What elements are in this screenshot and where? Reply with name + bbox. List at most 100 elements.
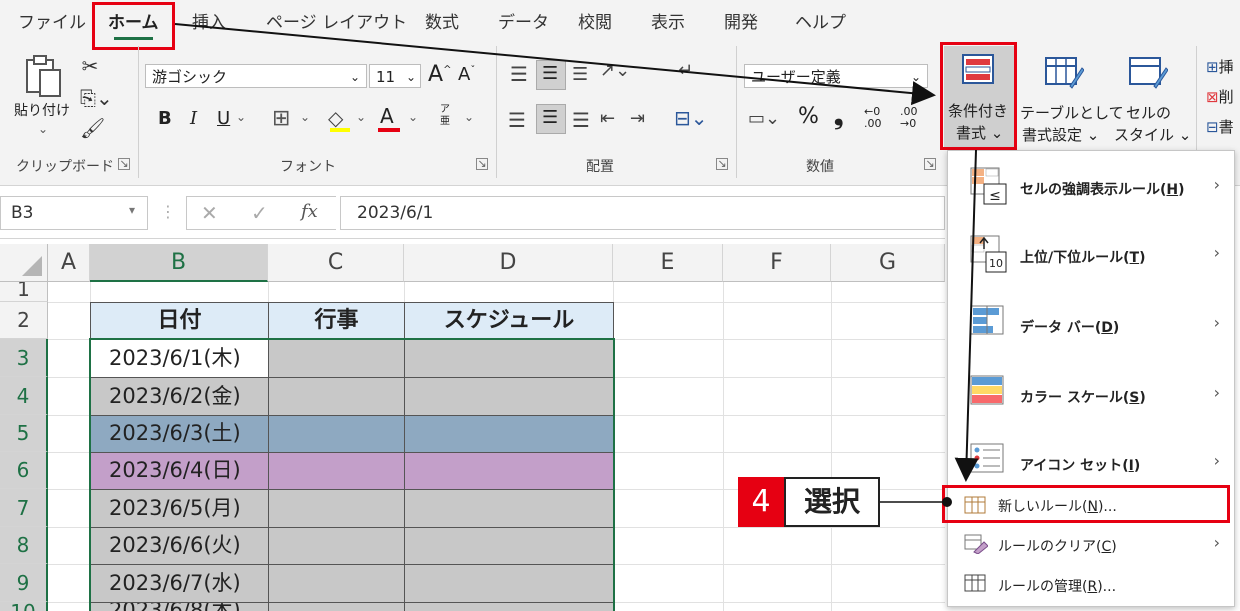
- column-header-d[interactable]: D: [404, 244, 613, 282]
- row-header-4[interactable]: 4: [0, 377, 48, 415]
- menu-item-top-bottom-rules[interactable]: 10 上位/下位ルール(T) ›: [948, 221, 1234, 291]
- comma-button[interactable]: ❟: [834, 102, 843, 130]
- align-bottom-icon[interactable]: ☰: [572, 64, 588, 85]
- column-header-e[interactable]: E: [613, 244, 723, 282]
- tab-data[interactable]: データ: [498, 8, 549, 33]
- row-header-5[interactable]: 5: [0, 415, 48, 452]
- dialog-launcher-icon[interactable]: ↘: [716, 158, 728, 170]
- paste-button[interactable]: 貼り付け ⌄: [14, 54, 72, 144]
- chevron-down-icon[interactable]: ⌄: [408, 110, 418, 124]
- align-middle-icon[interactable]: ☰: [536, 60, 566, 90]
- italic-button[interactable]: I: [190, 108, 197, 129]
- table-cell-event[interactable]: [269, 528, 405, 565]
- row-header-7[interactable]: 7: [0, 489, 48, 527]
- table-cell-event[interactable]: [269, 453, 405, 490]
- table-cell-event[interactable]: [269, 490, 405, 528]
- underline-button[interactable]: U: [217, 108, 230, 129]
- column-header-f[interactable]: F: [723, 244, 831, 282]
- fill-color-icon[interactable]: ◇: [328, 106, 343, 130]
- percent-button[interactable]: %: [798, 104, 819, 129]
- number-format-select[interactable]: ユーザー定義 ⌄: [744, 64, 928, 88]
- format-painter-icon[interactable]: 🖌: [80, 118, 105, 138]
- decrease-decimal-button[interactable]: .00 →0: [900, 106, 918, 130]
- table-cell-date[interactable]: 2023/6/8(木): [91, 603, 269, 611]
- table-cell-event[interactable]: [269, 378, 405, 416]
- row-header-8[interactable]: 8: [0, 527, 48, 564]
- dialog-launcher-icon[interactable]: ↘: [118, 158, 130, 170]
- table-cell-schedule[interactable]: [405, 528, 614, 565]
- chevron-down-icon[interactable]: ⌄: [300, 110, 310, 124]
- row-header-1[interactable]: 1: [0, 282, 48, 302]
- font-name-select[interactable]: 游ゴシック ⌄: [145, 64, 367, 88]
- table-cell-event[interactable]: [269, 416, 405, 453]
- tab-file[interactable]: ファイル: [18, 8, 86, 33]
- table-cell-date[interactable]: 2023/6/4(日): [91, 453, 269, 490]
- table-cell-date[interactable]: 2023/6/6(火): [91, 528, 269, 565]
- column-header-a[interactable]: A: [48, 244, 90, 282]
- name-box[interactable]: B3 ▾: [0, 196, 148, 230]
- menu-item-highlight-cells-rules[interactable]: ≤ セルの強調表示ルール(H) ›: [948, 151, 1234, 221]
- dialog-launcher-icon[interactable]: ↘: [476, 158, 488, 170]
- insert-cells-button[interactable]: ⊞挿: [1206, 56, 1234, 77]
- header-cell-date[interactable]: 日付: [91, 303, 269, 340]
- tab-help[interactable]: ヘルプ: [795, 8, 846, 33]
- row-header-6[interactable]: 6: [0, 452, 48, 489]
- row-header-3[interactable]: 3: [0, 339, 48, 377]
- decrease-indent-icon[interactable]: ⇤: [600, 108, 615, 129]
- table-cell-date[interactable]: 2023/6/2(金): [91, 378, 269, 416]
- wrap-text-icon[interactable]: ↵: [678, 60, 693, 81]
- cut-icon[interactable]: ✂: [80, 56, 100, 76]
- table-cell-event[interactable]: [269, 565, 405, 603]
- row-header-2[interactable]: 2: [0, 302, 48, 339]
- menu-item-color-scales[interactable]: カラー スケール(S) ›: [948, 361, 1234, 431]
- chevron-down-icon[interactable]: ⌄: [356, 110, 366, 124]
- phonetic-guide-button[interactable]: ア亜: [440, 104, 450, 128]
- table-cell-event[interactable]: [269, 603, 405, 611]
- insert-function-icon[interactable]: fx: [301, 201, 318, 222]
- enter-icon[interactable]: ✓: [251, 201, 268, 225]
- shrink-font-button[interactable]: Aˇ: [458, 64, 475, 85]
- column-header-c[interactable]: C: [268, 244, 404, 282]
- font-color-button[interactable]: A: [380, 104, 394, 128]
- tab-view[interactable]: 表示: [651, 8, 685, 33]
- chevron-down-icon[interactable]: ⌄: [464, 110, 474, 124]
- chevron-down-icon[interactable]: ⌄: [236, 110, 246, 124]
- column-header-g[interactable]: G: [831, 244, 945, 282]
- orientation-icon[interactable]: ↗⌄: [600, 60, 630, 81]
- table-cell-schedule[interactable]: [405, 378, 614, 416]
- table-cell-schedule[interactable]: [405, 416, 614, 453]
- copy-icon[interactable]: ⎘⌄: [80, 88, 113, 108]
- align-center-icon[interactable]: ☰: [536, 104, 566, 134]
- increase-indent-icon[interactable]: ⇥: [630, 108, 645, 129]
- accounting-format-icon[interactable]: ▭⌄: [748, 108, 780, 129]
- table-cell-schedule[interactable]: [405, 565, 614, 603]
- table-cell-date[interactable]: 2023/6/1(木): [91, 340, 269, 378]
- dialog-launcher-icon[interactable]: ↘: [924, 158, 936, 170]
- tab-insert[interactable]: 挿入: [192, 8, 226, 33]
- borders-icon[interactable]: ⊞: [272, 106, 290, 131]
- menu-item-data-bars[interactable]: データ バー(D) ›: [948, 291, 1234, 361]
- table-cell-schedule[interactable]: [405, 453, 614, 490]
- cell-styles-button[interactable]: セルの スタイル ⌄: [1114, 50, 1191, 150]
- merge-center-icon[interactable]: ⊟⌄: [674, 106, 708, 130]
- table-cell-date[interactable]: 2023/6/3(土): [91, 416, 269, 453]
- align-right-icon[interactable]: ☰: [572, 108, 590, 132]
- align-top-icon[interactable]: ☰: [510, 62, 528, 86]
- tab-developer[interactable]: 開発: [724, 8, 758, 33]
- delete-cells-button[interactable]: ⊠削: [1206, 86, 1234, 107]
- table-cell-schedule[interactable]: [405, 490, 614, 528]
- format-as-table-button[interactable]: テーブルとして 書式設定 ⌄: [1020, 50, 1124, 150]
- table-cell-date[interactable]: 2023/6/7(水): [91, 565, 269, 603]
- menu-item-clear-rules[interactable]: ルールのクリア(C) ›: [948, 525, 1234, 563]
- column-header-b[interactable]: B: [90, 244, 268, 282]
- table-cell-schedule[interactable]: [405, 340, 614, 378]
- tab-page-layout[interactable]: ページ レイアウト: [266, 8, 407, 33]
- tab-review[interactable]: 校閲: [578, 8, 612, 33]
- grow-font-button[interactable]: A^: [428, 62, 451, 87]
- align-left-icon[interactable]: ☰: [508, 108, 526, 132]
- row-header-10[interactable]: 10: [0, 602, 48, 611]
- bold-button[interactable]: B: [158, 108, 172, 129]
- increase-decimal-button[interactable]: ←0.00: [864, 106, 882, 130]
- tab-formulas[interactable]: 数式: [425, 8, 459, 33]
- header-cell-schedule[interactable]: スケジュール: [405, 303, 614, 340]
